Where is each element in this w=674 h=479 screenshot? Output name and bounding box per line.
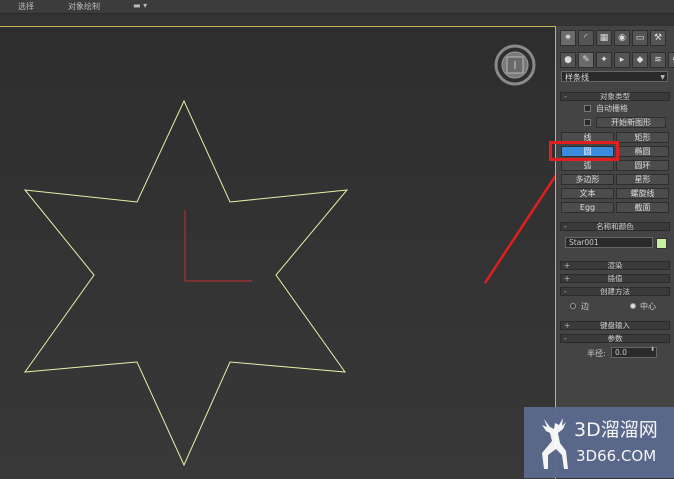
display-tab-icon[interactable]: ▭ <box>632 30 648 46</box>
shapes-icon[interactable]: ✎ <box>578 52 594 68</box>
expand-icon: + <box>564 274 571 283</box>
spinner-icon[interactable]: ⬍ <box>650 346 655 353</box>
parameters-header[interactable]: - 参数 <box>560 334 670 343</box>
cameras-icon[interactable]: ▸ <box>614 52 630 68</box>
collapse-icon: - <box>564 222 567 231</box>
category-dropdown[interactable]: 样条线 ▼ <box>561 71 668 82</box>
viewcube-icon[interactable] <box>494 44 536 86</box>
spacewarps-icon[interactable]: ≋ <box>650 52 666 68</box>
collapse-icon: - <box>564 334 567 343</box>
auto-grid-label: 自动栅格 <box>596 104 628 113</box>
collapse-icon: - <box>564 92 567 101</box>
keyboard-entry-title: 键盘输入 <box>600 321 630 330</box>
utilities-tab-icon[interactable]: ⚒ <box>650 30 666 46</box>
category-dropdown-value: 样条线 <box>565 73 589 82</box>
create-category-tabs: ● ✎ ✦ ▸ ◆ ≋ ⚙ <box>560 52 674 68</box>
hierarchy-tab-icon[interactable]: ▦ <box>596 30 612 46</box>
lights-icon[interactable]: ✦ <box>596 52 612 68</box>
viewport-canvas <box>23 44 555 467</box>
shape-button-donut[interactable]: 圆环 <box>616 160 669 171</box>
expand-icon: + <box>564 321 571 330</box>
highlight-box <box>549 141 619 161</box>
name-color-title: 名称和颜色 <box>596 222 634 231</box>
creation-edge-label: 边 <box>581 302 589 311</box>
object-type-title: 对象类型 <box>600 92 630 101</box>
shape-button-section[interactable]: 截面 <box>616 202 669 213</box>
radius-label: 半径: <box>587 349 606 358</box>
start-new-shape-checkbox[interactable] <box>584 119 591 126</box>
object-color-swatch[interactable] <box>656 238 667 249</box>
star-shape[interactable] <box>23 99 349 467</box>
creation-center-radio[interactable] <box>630 303 636 309</box>
keyboard-entry-header[interactable]: + 键盘输入 <box>560 321 670 330</box>
motion-tab-icon[interactable]: ◉ <box>614 30 630 46</box>
deer-logo-icon <box>542 418 568 469</box>
modify-tab-icon[interactable]: ◜ <box>578 30 594 46</box>
start-new-shape-button[interactable]: 开始新图形 <box>596 117 666 128</box>
creation-edge-radio[interactable] <box>570 303 576 309</box>
shape-button-star[interactable]: 星形 <box>616 174 669 185</box>
shape-button-ellipse[interactable]: 椭圆 <box>616 146 669 157</box>
shape-button-text[interactable]: 文本 <box>561 188 614 199</box>
shape-button-arc[interactable]: 弧 <box>561 160 614 171</box>
shape-button-rectangle[interactable]: 矩形 <box>616 132 669 143</box>
menu-item-object-paint[interactable]: 对象绘制 <box>68 1 100 12</box>
creation-center-label: 中心 <box>640 302 656 311</box>
chevron-down-icon: ▼ <box>660 74 665 81</box>
watermark: 3D溜溜网 3D66.COM <box>524 407 674 478</box>
geometry-icon[interactable]: ● <box>560 52 576 68</box>
rendering-header[interactable]: + 渲染 <box>560 261 670 270</box>
creation-method-title: 创建方法 <box>600 287 630 296</box>
shape-button-egg[interactable]: Egg <box>561 202 614 213</box>
parameters-title: 参数 <box>607 334 623 343</box>
auto-grid-checkbox[interactable] <box>584 105 591 112</box>
interpolation-title: 插值 <box>607 274 623 283</box>
creation-method-header[interactable]: - 创建方法 <box>560 287 670 296</box>
shape-button-helix[interactable]: 螺旋线 <box>616 188 669 199</box>
collapse-icon: - <box>564 287 567 296</box>
helpers-icon[interactable]: ◆ <box>632 52 648 68</box>
create-tab-icon[interactable]: ✷ <box>560 30 576 46</box>
rendering-title: 渲染 <box>607 261 623 270</box>
annotation-arrow <box>483 174 555 284</box>
watermark-brand: 3D溜溜网 <box>574 419 658 441</box>
viewport[interactable] <box>0 26 556 479</box>
object-name-field[interactable]: Star001 <box>565 237 653 248</box>
expand-icon: + <box>564 261 571 270</box>
menu-item-select[interactable]: 选择 <box>18 1 34 12</box>
menu-bar: 选择 对象绘制 ▬ ▾ <box>0 0 674 14</box>
command-tabs: ✷ ◜ ▦ ◉ ▭ ⚒ <box>560 30 666 46</box>
watermark-url: 3D66.COM <box>576 447 657 465</box>
menu-dropdown-icon[interactable]: ▬ ▾ <box>133 1 147 10</box>
systems-icon[interactable]: ⚙ <box>668 52 674 68</box>
object-type-header[interactable]: - 对象类型 <box>560 92 670 101</box>
name-color-header[interactable]: - 名称和颜色 <box>560 222 670 231</box>
interpolation-header[interactable]: + 插值 <box>560 274 670 283</box>
shape-button-ngon[interactable]: 多边形 <box>561 174 614 185</box>
